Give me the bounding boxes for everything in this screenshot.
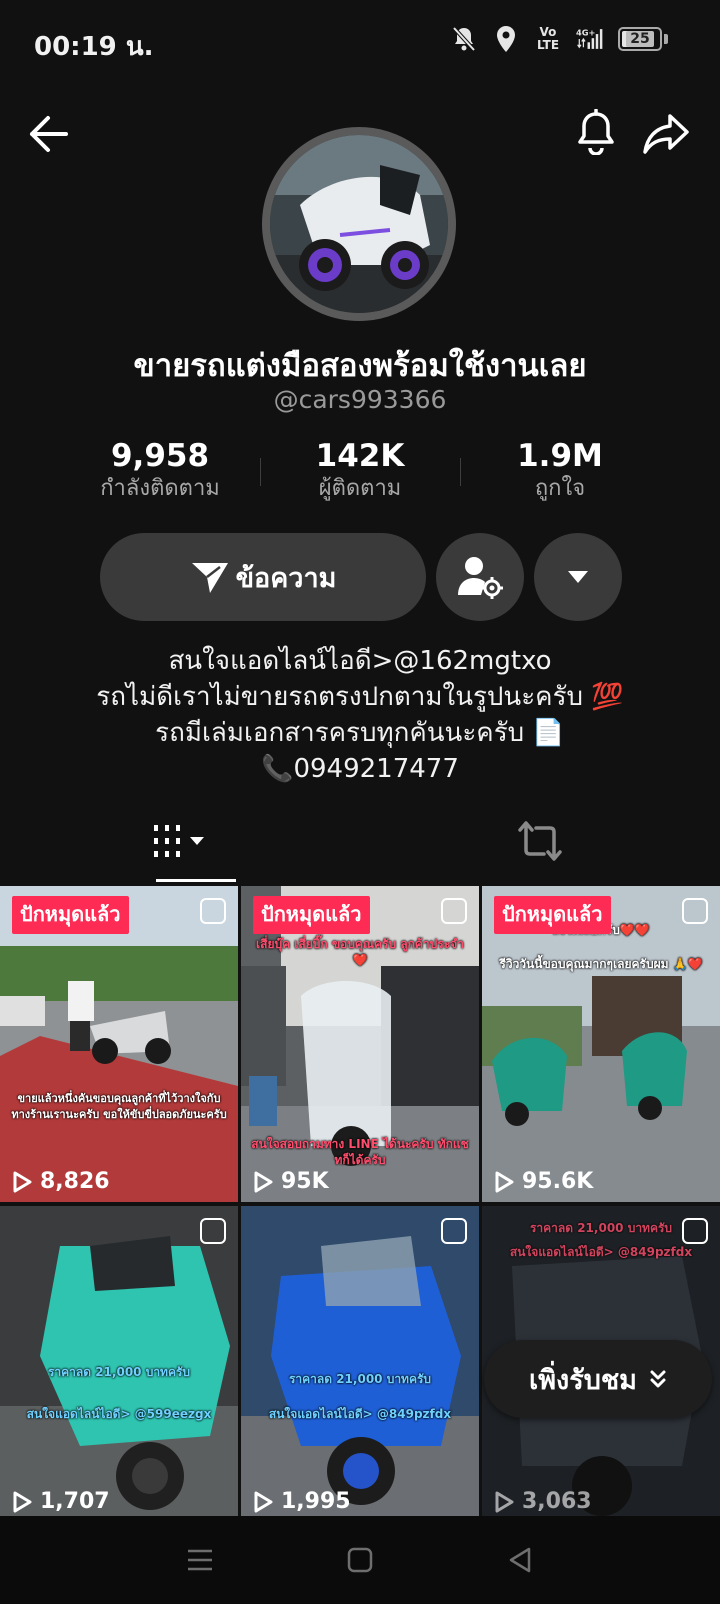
play-icon [254, 1491, 273, 1512]
select-checkbox[interactable] [200, 898, 226, 924]
grid-icon [154, 825, 204, 857]
stat-likes[interactable]: 1.9M ถูกใจ [460, 438, 660, 508]
view-count: 3,063 [494, 1489, 592, 1514]
video-caption-top: ราคาลด 21,000 บาทครับ [529, 1221, 673, 1235]
video-caption: รีวิววันนี้ขอบคุณมากๆเลยครับผม 🙏❤️ [499, 957, 703, 971]
stat-following[interactable]: 9,958 กำลังติดตาม [60, 438, 260, 508]
signal-icon: 4G+ [576, 24, 604, 54]
select-checkbox[interactable] [200, 1218, 226, 1244]
display-name: ขายรถแต่งมือสองพร้อมใช้งานเลย [133, 348, 587, 384]
dropdown-triangle-icon [568, 571, 588, 583]
profile-actions: ข้อความ [100, 533, 622, 621]
volte-icon: Vo LTE [536, 25, 560, 52]
play-icon [495, 1171, 514, 1192]
profile-stats: 9,958 กำลังติดตาม 142K ผู้ติดตาม 1.9M ถู… [60, 438, 660, 508]
pinned-badge: ปักหมุดแล้ว [253, 896, 370, 934]
select-checkbox[interactable] [441, 898, 467, 924]
view-count: 95.6K [494, 1169, 593, 1194]
video-thumbnail[interactable]: ขายแล้วหนึ่งคันขอบคุณลูกค้าที่ไว้วางใจกั… [0, 886, 238, 1202]
message-button[interactable]: ข้อความ [100, 533, 426, 621]
battery-icon: 25 [618, 27, 662, 51]
add-friend-settings-icon [458, 557, 503, 599]
video-thumbnail[interactable]: ราคาลด 21,000 บาทครับ สนใจแอดไลน์ไอดี> @… [0, 1206, 238, 1522]
play-icon [13, 1171, 32, 1192]
profile-bio: สนใจแอดไลน์ไอดี>@162mgtxo รถไม่ดีเราไม่ข… [0, 643, 720, 787]
video-caption: ขายแล้วหนึ่งคันขอบคุณลูกค้าที่ไว้วางใจกั… [11, 1092, 227, 1121]
video-caption-2: สนใจแอดไลน์ไอดี> @849pzfdx [509, 1245, 693, 1259]
username: @cars993366 [273, 385, 447, 414]
svg-text:4G+: 4G+ [576, 28, 595, 38]
bio-line: 📞0949217477 [261, 754, 459, 784]
bio-line: รถมีเล่มเอกสารครบทุกคันนะครับ 📄 [155, 718, 565, 748]
system-nav-bar [0, 1516, 720, 1604]
stat-followers[interactable]: 142K ผู้ติดตาม [260, 438, 460, 508]
video-thumbnail[interactable]: เสี่ยบุ๊ค เสี่ยบิ๊ก ขอบคุณครับ ลูกค้าประ… [241, 886, 479, 1202]
recent-apps-icon[interactable] [185, 1546, 215, 1574]
select-checkbox[interactable] [441, 1218, 467, 1244]
play-icon [495, 1491, 514, 1512]
video-caption: ราคาลด 21,000 บาทครับ [288, 1372, 432, 1386]
video-caption-2: สนใจแอดไลน์ไอดี> @599eezgx [26, 1407, 212, 1421]
share-icon [643, 114, 689, 154]
active-tab-indicator [156, 879, 236, 882]
select-checkbox[interactable] [682, 898, 708, 924]
back-nav-icon[interactable] [505, 1545, 535, 1575]
notification-button[interactable] [568, 104, 624, 160]
bio-line: รถไม่ดีเราไม่ขายรถตรงปกตามในรูปนะครับ 💯 [96, 682, 624, 712]
chevron-double-down-icon [650, 1370, 666, 1388]
view-count: 1,707 [12, 1489, 110, 1514]
back-button[interactable] [20, 106, 76, 162]
video-caption: สนใจสอบถามทาง LINE ได้นะครับ ทักแชทก็ได้… [251, 1137, 469, 1167]
recently-watched-button[interactable]: เพิ่งรับชม [484, 1340, 712, 1418]
play-icon [13, 1491, 32, 1512]
avatar-image [270, 135, 448, 313]
select-checkbox[interactable] [682, 1218, 708, 1244]
mute-bell-icon [450, 24, 478, 54]
video-grid: ขายแล้วหนึ่งคันขอบคุณลูกค้าที่ไว้วางใจกั… [0, 886, 720, 1522]
avatar[interactable] [262, 127, 456, 321]
video-caption: ราคาลด 21,000 บาทครับ [47, 1365, 191, 1379]
status-time: 00:19 น. [34, 32, 154, 62]
suggested-accounts-button[interactable] [436, 533, 524, 621]
view-count: 8,826 [12, 1169, 110, 1194]
bio-line: สนใจแอดไลน์ไอดี>@162mgtxo [168, 646, 552, 676]
video-thumbnail[interactable]: ราคาลด 21,000 บาทครับ สนใจแอดไลน์ไอดี> @… [241, 1206, 479, 1522]
more-dropdown-button[interactable] [534, 533, 622, 621]
view-count: 95K [253, 1169, 329, 1194]
bell-icon [578, 109, 614, 155]
pinned-badge: ปักหมุดแล้ว [12, 896, 129, 934]
status-bar: 00:19 น. Vo LTE 4G+ 25 [0, 0, 720, 84]
send-icon [191, 563, 228, 593]
content-tabs [0, 800, 720, 882]
location-icon [492, 24, 520, 54]
repost-icon [518, 821, 562, 861]
video-caption-2: สนใจแอดไลน์ไอดี> @849pzfdx [268, 1407, 452, 1421]
share-button[interactable] [638, 106, 694, 162]
video-thumbnail[interactable]: ส่งให้เลยครับ❤️❤️ รีวิววันนี้ขอบคุณมากๆเ… [482, 886, 720, 1202]
tab-videos[interactable] [0, 800, 360, 882]
pinned-badge: ปักหมุดแล้ว [494, 896, 611, 934]
video-caption-top: เสี่ยบุ๊ค เสี่ยบิ๊ก ขอบคุณครับ ลูกค้าประ… [256, 937, 464, 967]
play-icon [254, 1171, 273, 1192]
back-arrow-icon [30, 116, 68, 152]
tab-reposts[interactable] [360, 800, 720, 882]
home-icon[interactable] [345, 1545, 375, 1575]
view-count: 1,995 [253, 1489, 351, 1514]
